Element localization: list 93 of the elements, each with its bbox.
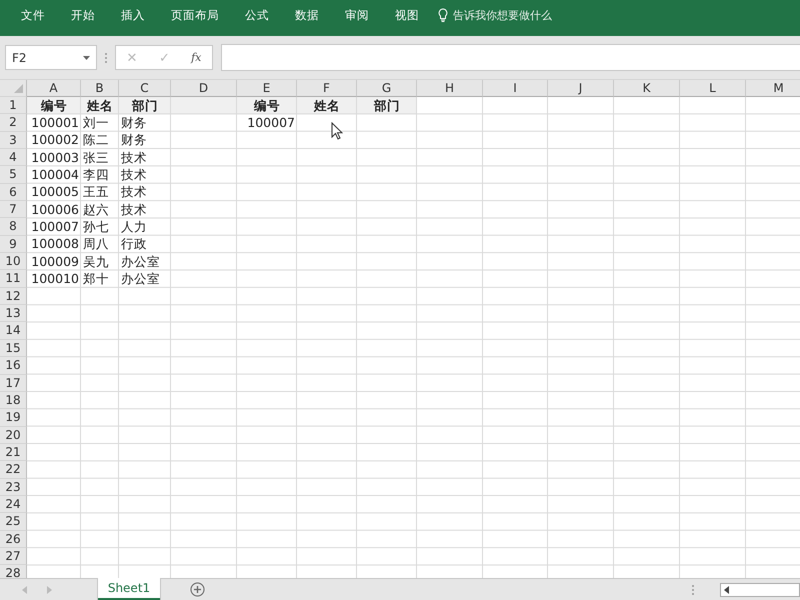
- mouse-pointer-icon: [331, 122, 343, 140]
- column-header[interactable]: I: [483, 80, 548, 97]
- row-header[interactable]: 20: [0, 426, 27, 444]
- row-header[interactable]: 6: [0, 184, 27, 202]
- table-cell-text: 赵六: [82, 202, 110, 218]
- table-cell-text: 财务: [120, 132, 148, 148]
- table-cell-text: 办公室: [120, 271, 161, 288]
- insert-function-button[interactable]: fx: [188, 51, 204, 64]
- row-header[interactable]: 8: [0, 218, 27, 236]
- menu-tab[interactable]: 视图: [382, 8, 432, 28]
- row-header[interactable]: 15: [0, 340, 27, 358]
- row-header[interactable]: 27: [0, 548, 27, 566]
- column-heading: 编号: [253, 98, 281, 114]
- row-header[interactable]: 26: [0, 530, 27, 548]
- row-header[interactable]: 24: [0, 496, 27, 514]
- row-header[interactable]: 11: [0, 270, 27, 288]
- table-cell-text: 吴九: [82, 254, 110, 270]
- row-header[interactable]: 12: [0, 288, 27, 306]
- table-cell-text: 孙七: [82, 219, 110, 236]
- row-header[interactable]: 22: [0, 461, 27, 479]
- column-header[interactable]: J: [548, 80, 614, 97]
- table-cell-text: 100001: [30, 115, 80, 132]
- table-cell-text: 100008: [30, 236, 80, 252]
- table-cell-text: 技术: [120, 202, 148, 218]
- table-cell-text: 郑十: [82, 271, 110, 288]
- formula-input[interactable]: [221, 44, 800, 71]
- menu-tab[interactable]: 数据: [282, 8, 332, 28]
- table-cell-text: 100010: [30, 271, 80, 288]
- column-header[interactable]: H: [417, 80, 483, 97]
- row-header[interactable]: 28: [0, 565, 27, 578]
- dropdown-caret-icon: [83, 56, 90, 60]
- row-header[interactable]: 19: [0, 409, 27, 427]
- table-cell-text: 100006: [30, 202, 80, 218]
- menu-tab[interactable]: 审阅: [332, 8, 382, 28]
- menu-tab[interactable]: 公式: [232, 8, 282, 28]
- row-header[interactable]: 16: [0, 357, 27, 374]
- name-box[interactable]: F2: [5, 45, 97, 70]
- column-heading: 姓名: [312, 98, 341, 114]
- column-header[interactable]: K: [614, 80, 680, 97]
- add-sheet-icon[interactable]: [190, 582, 205, 597]
- lightbulb-icon: [438, 8, 448, 22]
- row-header[interactable]: 23: [0, 478, 27, 496]
- table-cell-text: 100002: [30, 132, 80, 148]
- column-heading: 部门: [130, 98, 159, 114]
- column-heading: 编号: [40, 98, 68, 114]
- table-cell-text: 100007: [30, 219, 80, 236]
- table-cell-text: 100007: [246, 115, 296, 132]
- table-cell-text: 100009: [30, 254, 80, 270]
- row-header[interactable]: 1: [0, 97, 27, 114]
- sheet-tab[interactable]: Sheet1: [98, 578, 160, 600]
- menu-tab[interactable]: 开始: [58, 8, 108, 28]
- row-header[interactable]: 14: [0, 322, 27, 340]
- table-cell-text: 张三: [82, 150, 110, 166]
- corner-triangle-icon: [14, 84, 23, 93]
- column-heading: 部门: [372, 98, 401, 114]
- table-cell-text: 李四: [82, 167, 110, 184]
- column-heading: 姓名: [86, 98, 114, 114]
- table-cell-text: 办公室: [120, 254, 161, 270]
- menu-tab[interactable]: 插入: [108, 8, 158, 28]
- row-header[interactable]: 10: [0, 253, 27, 270]
- table-cell-text: 技术: [120, 167, 148, 184]
- table-cell-text: 周八: [82, 236, 110, 252]
- menu-tab[interactable]: 文件: [8, 8, 58, 28]
- table-cell-text: 刘一: [82, 115, 110, 132]
- tell-me-search[interactable]: 告诉我你想要做什么: [438, 8, 552, 28]
- row-header[interactable]: 4: [0, 149, 27, 166]
- column-header[interactable]: M: [746, 80, 800, 97]
- table-cell-text: 技术: [120, 184, 148, 200]
- table-cell-text: 财务: [120, 115, 148, 132]
- row-header[interactable]: 2: [0, 114, 27, 132]
- horizontal-scrollbar[interactable]: [720, 582, 800, 596]
- table-cell-text: 行政: [120, 236, 148, 252]
- row-header[interactable]: 13: [0, 305, 27, 322]
- table-cell-text: 100003: [30, 150, 80, 166]
- table-cell-text: 人力: [120, 219, 148, 236]
- row-header[interactable]: 3: [0, 132, 27, 150]
- select-all-corner[interactable]: [0, 80, 27, 97]
- table-cell-text: 100004: [30, 167, 80, 184]
- row-header[interactable]: 17: [0, 374, 27, 392]
- scroll-right-icon[interactable]: [46, 586, 52, 594]
- row-header[interactable]: 7: [0, 201, 27, 218]
- table-cell-text: 王五: [82, 184, 110, 200]
- row-header[interactable]: 18: [0, 392, 27, 410]
- table-cell-text: 技术: [120, 150, 148, 166]
- menu-tab[interactable]: 页面布局: [158, 8, 232, 28]
- row-header[interactable]: 25: [0, 513, 27, 531]
- table-cell-text: 陈二: [82, 132, 110, 148]
- column-header[interactable]: L: [680, 80, 746, 97]
- row-header[interactable]: 9: [0, 236, 27, 254]
- row-header[interactable]: 21: [0, 444, 27, 462]
- row-header[interactable]: 5: [0, 166, 27, 184]
- scroll-left-icon[interactable]: [724, 586, 729, 594]
- table-cell-text: 100005: [30, 184, 80, 200]
